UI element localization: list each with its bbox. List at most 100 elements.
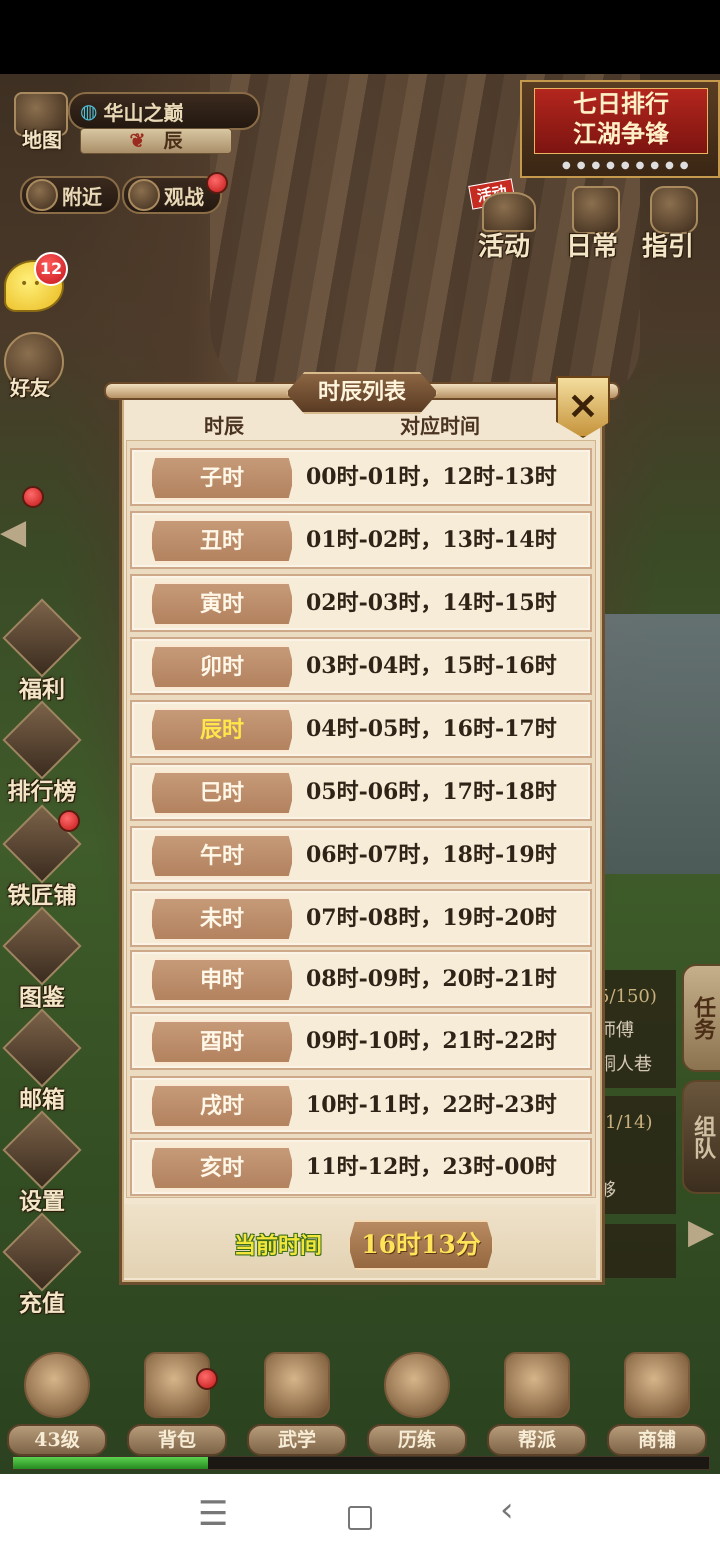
shichen-time-range: 05时-06时，17时-18时 <box>306 779 557 805</box>
bottom-item-guild[interactable]: 帮派 <box>482 1352 592 1462</box>
activity-label: 活动 <box>478 232 531 262</box>
shichen-time-range: 07时-08时，19时-20时 <box>306 905 557 931</box>
shichen-name: 申时 <box>150 958 294 1002</box>
close-icon: ✕ <box>567 386 599 428</box>
panel-expand-arrow[interactable]: ▶ <box>688 1212 720 1262</box>
shop-icon <box>624 1352 690 1418</box>
sidebar-collapse-arrow[interactable]: ◀ <box>0 512 30 552</box>
list-item: 戌时 10时-11时，22时-23时 <box>130 1076 592 1134</box>
back-chevron-icon[interactable]: ‹ <box>500 1490 514 1530</box>
tab-team[interactable]: 组队 <box>682 1080 720 1194</box>
sidebar-notification-dot <box>22 486 44 508</box>
list-item: 寅时 02时-03时，14时-15时 <box>130 574 592 632</box>
gift-bag-icon <box>2 598 82 678</box>
drum-icon <box>384 1352 450 1418</box>
bottom-item-shop[interactable]: 商铺 <box>602 1352 712 1462</box>
banner-page-dots: ●●●●●●●●● <box>562 160 695 171</box>
sidebar-item-ranking[interactable]: 排行榜 <box>2 700 82 806</box>
friends-label: 好友 <box>10 376 50 400</box>
bottom-item-label: 背包 <box>127 1424 227 1456</box>
shichen-name: 丑时 <box>150 519 294 563</box>
shichen-name: 酉时 <box>150 1020 294 1064</box>
column-header-shichen: 时辰 <box>204 414 244 438</box>
nearby-button[interactable]: 附近 <box>20 176 120 214</box>
sidebar-item-mailbox[interactable]: 邮箱 <box>2 1008 82 1114</box>
sidebar-item-recharge[interactable]: 充值 <box>2 1212 82 1318</box>
guide-button[interactable]: 指引 <box>640 182 712 262</box>
bottom-item-training[interactable]: 历练 <box>362 1352 472 1462</box>
task1-line2: 铜人巷 <box>598 1054 652 1075</box>
system-nav-bar: ☰ ‹ <box>0 1474 720 1560</box>
shichen-time-range: 01时-02时，13时-14时 <box>306 527 557 553</box>
guide-label: 指引 <box>642 232 695 262</box>
bottom-item-martial-arts[interactable]: 武学 <box>242 1352 352 1462</box>
shichen-indicator[interactable]: ❦ 辰 <box>80 128 232 154</box>
daily-button[interactable]: 日常 <box>560 182 632 262</box>
event-banner[interactable]: 七日排行 江湖争锋 ●●●●●●●●● <box>520 80 720 178</box>
daily-label: 日常 <box>566 232 619 262</box>
spectate-label: 观战 <box>164 184 204 209</box>
blacksmith-notification-dot <box>58 810 80 832</box>
task1-progress: 5/150) <box>598 986 657 1007</box>
shichen-name: 未时 <box>150 897 294 941</box>
square-home-icon[interactable] <box>348 1506 372 1530</box>
guild-banner-icon <box>504 1352 570 1418</box>
shichen-time-range: 02时-03时，14时-15时 <box>306 590 557 616</box>
martial-scroll-icon <box>264 1352 330 1418</box>
bottom-item-label: 历练 <box>367 1424 467 1456</box>
task-panel-3[interactable] <box>598 1224 676 1278</box>
shichen-time-range: 03时-04时，15时-16时 <box>306 653 557 679</box>
shichen-time-range: 00时-01时，12时-13时 <box>306 464 557 490</box>
shichen-time-range: 09时-10时，21时-22时 <box>306 1028 557 1054</box>
list-item: 亥时 11时-12时，23时-00时 <box>130 1138 592 1196</box>
status-bar <box>0 0 720 74</box>
bottom-item-label: 43级 <box>7 1424 107 1456</box>
event-banner-line2: 江湖争锋 <box>573 119 669 148</box>
list-item: 卯时 03时-04时，15时-16时 <box>130 637 592 695</box>
shichen-time-range: 11时-12时，23时-00时 <box>306 1154 557 1180</box>
column-header-time: 对应时间 <box>400 414 480 438</box>
tab-task[interactable]: 任务 <box>682 964 720 1072</box>
sidebar-item-codex[interactable]: 图鉴 <box>2 906 82 1012</box>
spectate-notification-dot <box>206 172 228 194</box>
list-item-current: 辰时 04时-05时，16时-17时 <box>130 700 592 758</box>
sidebar-item-welfare[interactable]: 福利 <box>2 598 82 704</box>
nearby-icon <box>26 179 58 211</box>
courtyard-wall <box>600 614 720 874</box>
task2-progress: (1/14) <box>598 1112 653 1133</box>
phoenix-icon: ❦ <box>129 130 146 152</box>
event-banner-line1: 七日排行 <box>573 89 669 118</box>
task-panel-2[interactable]: (1/14) 够 <box>598 1096 676 1214</box>
list-item: 巳时 05时-06时，17时-18时 <box>130 763 592 821</box>
shichen-name-highlighted: 辰时 <box>150 708 294 752</box>
modal-title: 时辰列表 <box>286 372 438 414</box>
bag-notification-dot <box>196 1368 218 1390</box>
current-time-label: 当前时间 <box>234 1233 323 1259</box>
shichen-time-range: 04时-05时，16时-17时 <box>306 716 557 742</box>
list-item: 午时 06时-07时，18时-19时 <box>130 826 592 884</box>
list-item: 酉时 09时-10时，21时-22时 <box>130 1012 592 1070</box>
shichen-name: 子时 <box>150 456 294 500</box>
map-label: 地图 <box>22 128 62 152</box>
bottom-item-level[interactable]: 43级 <box>2 1352 112 1462</box>
activity-button[interactable]: 活动 活动 <box>468 178 540 262</box>
menu-icon[interactable]: ☰ <box>198 1494 228 1534</box>
avatar <box>24 1352 90 1418</box>
shichen-name: 寅时 <box>150 582 294 626</box>
bottom-item-bag[interactable]: 背包 <box>122 1352 232 1462</box>
sidebar-item-settings[interactable]: 设置 <box>2 1110 82 1216</box>
shichen-time-range: 06时-07时，18时-19时 <box>306 842 557 868</box>
shichen-time-range: 08时-09时，20时-21时 <box>306 966 557 992</box>
spectate-icon <box>128 179 160 211</box>
location-bar[interactable]: ◍ 华山之巅 <box>68 92 260 130</box>
nearby-label: 附近 <box>62 184 102 209</box>
shichen-name: 戌时 <box>150 1084 294 1128</box>
current-time-value: 16时13分 <box>348 1220 494 1270</box>
list-item: 丑时 01时-02时，13时-14时 <box>130 511 592 569</box>
task-panel-1[interactable]: 5/150) 师傅 铜人巷 <box>598 970 676 1088</box>
gear-icon <box>2 1110 82 1190</box>
shichen-name: 亥时 <box>150 1146 294 1190</box>
list-item: 申时 08时-09时，20时-21时 <box>130 950 592 1008</box>
bottom-item-label: 商铺 <box>607 1424 707 1456</box>
shichen-name: 巳时 <box>150 771 294 815</box>
